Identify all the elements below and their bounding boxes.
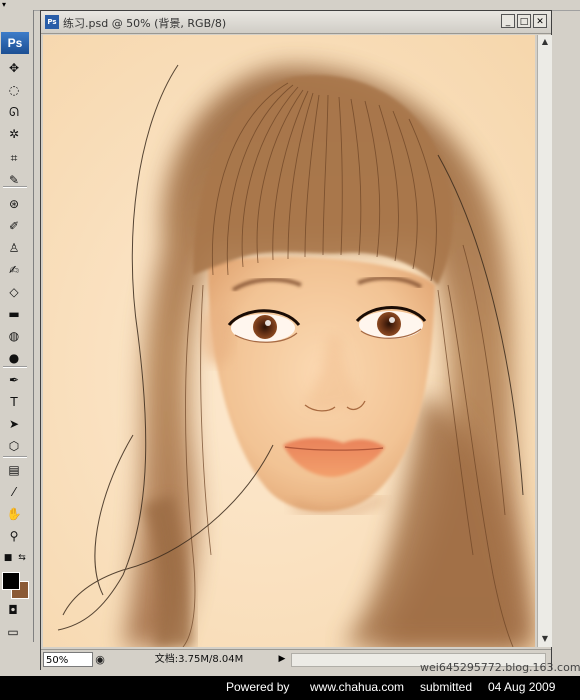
credits-footer: Powered by www.chahua.com submitted 04 A… — [0, 676, 580, 700]
image-canvas[interactable] — [43, 35, 535, 647]
document-size-info: 文档:3.75M/8.04M — [154, 654, 244, 665]
crop-tool-icon[interactable]: ⌗ — [6, 150, 22, 166]
healing-brush-tool-icon[interactable]: ⊛ — [6, 196, 22, 212]
swap-colors-icon[interactable]: ⇆ — [14, 550, 30, 566]
zoom-tool-icon[interactable]: ⚲ — [6, 528, 22, 544]
portrait-artwork — [43, 35, 535, 647]
lasso-tool-icon[interactable]: ᘏ — [6, 104, 22, 120]
shape-tool-icon[interactable]: ⬡ — [6, 438, 22, 454]
submitted-label: submitted — [420, 680, 473, 694]
info-menu-arrow-icon[interactable]: ▶ — [275, 652, 289, 667]
toolbox: Ps ✥ ◌ ᘏ ✲ ⌗ ✎ ⊛ ✐ ♙ ✍ ◇ ▬ ◍ ● ✒ T ➤ ⬡ ▤ ⁄ ✋ ⚲ ■ ⇆ ◘ ▭ — [0, 10, 34, 642]
submitted-date: 04 Aug 2009 — [488, 680, 556, 694]
powered-by-label: Powered by — [226, 680, 290, 694]
site-name: www.chahua.com — [310, 680, 405, 694]
navigator-icon[interactable]: ◉ — [93, 652, 107, 667]
notes-tool-icon[interactable]: ▤ — [6, 462, 22, 478]
document-window: Ps 练习.psd @ 50% (背景, RGB/8) _ □ ✕ ▲ ▼ 50… — [40, 10, 552, 670]
path-selection-tool-icon[interactable]: ➤ — [6, 416, 22, 432]
marquee-tool-icon[interactable]: ◌ — [6, 82, 22, 98]
maximize-button[interactable]: □ — [517, 14, 531, 28]
toolbox-divider — [3, 366, 27, 368]
zoom-level-field[interactable]: 50% — [43, 652, 93, 667]
move-tool-icon[interactable]: ✥ — [6, 60, 22, 76]
clone-stamp-tool-icon[interactable]: ♙ — [6, 240, 22, 256]
vertical-scrollbar[interactable]: ▲ ▼ — [537, 35, 552, 647]
photoshop-logo[interactable]: Ps — [1, 32, 29, 54]
document-title-bar[interactable]: Ps 练习.psd @ 50% (背景, RGB/8) _ □ ✕ — [41, 11, 551, 34]
document-title: 练习.psd @ 50% (背景, RGB/8) — [63, 17, 227, 30]
eraser-tool-icon[interactable]: ◇ — [6, 284, 22, 300]
close-button[interactable]: ✕ — [533, 14, 547, 28]
pen-tool-icon[interactable]: ✒ — [6, 372, 22, 388]
brush-tool-icon[interactable]: ✐ — [6, 218, 22, 234]
toolbox-divider — [3, 186, 27, 188]
quick-mask-icon[interactable]: ◘ — [5, 602, 21, 618]
screen-mode-icon[interactable]: ▭ — [5, 624, 21, 640]
document-icon: Ps — [45, 15, 59, 29]
history-brush-tool-icon[interactable]: ✍ — [6, 262, 22, 278]
blog-watermark: wei645295772.blog.163.com — [420, 661, 580, 674]
foreground-color-swatch[interactable] — [2, 572, 20, 590]
type-tool-icon[interactable]: T — [6, 394, 22, 410]
magic-wand-tool-icon[interactable]: ✲ — [6, 126, 22, 142]
scroll-up-icon[interactable]: ▲ — [539, 36, 551, 48]
eyedropper-tool-icon[interactable]: ⁄ — [6, 484, 22, 500]
dodge-tool-icon[interactable]: ● — [6, 350, 22, 366]
photoshop-workspace: ▾ Ps ✥ ◌ ᘏ ✲ ⌗ ✎ ⊛ ✐ ♙ ✍ ◇ ▬ ◍ ● ✒ T ➤ ⬡ ▤ ⁄ ✋ ⚲ ■ ⇆ ◘ ▭ Ps 练… — [0, 0, 580, 676]
hand-tool-icon[interactable]: ✋ — [6, 506, 22, 522]
gradient-tool-icon[interactable]: ▬ — [6, 306, 22, 322]
minimize-button[interactable]: _ — [501, 14, 515, 28]
scroll-down-icon[interactable]: ▼ — [539, 633, 551, 645]
blur-tool-icon[interactable]: ◍ — [6, 328, 22, 344]
dropdown-arrow-icon[interactable]: ▾ — [2, 0, 6, 9]
toolbox-divider — [3, 456, 27, 458]
